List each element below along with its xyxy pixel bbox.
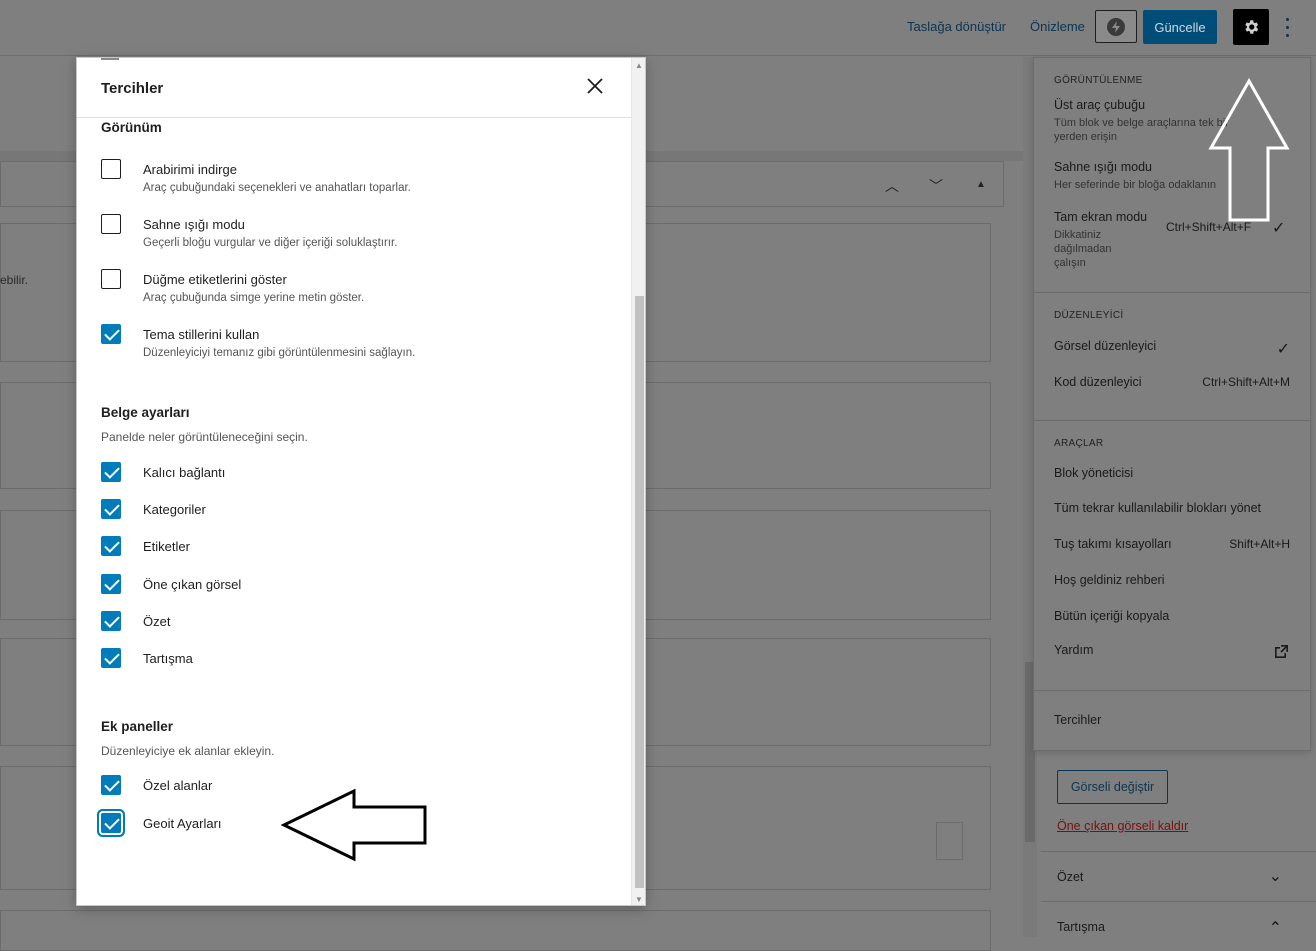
bolt-icon (1107, 17, 1125, 36)
discussion-label: Tartışma (1057, 920, 1105, 934)
background-partial-text: ebilir. (0, 273, 29, 287)
option-reduce-interface[interactable]: Arabirimi indirge Araç çubuğundaki seçen… (101, 159, 621, 199)
chevron-down-icon[interactable]: ﹀ (929, 176, 943, 196)
option-excerpt[interactable]: Özet (101, 611, 621, 651)
modal-header: Tercihler (77, 58, 631, 118)
checkbox[interactable] (101, 214, 121, 234)
menu-group-title: ARAÇLAR (1054, 438, 1104, 449)
section-description: Panelde neler görüntüleneceğini seçin. (101, 430, 308, 444)
meta-field-box (0, 910, 991, 951)
divider (101, 58, 119, 60)
menu-item-code-editor[interactable]: Kod düzenleyici Ctrl+Shift+Alt+M (1034, 369, 1310, 405)
menu-item-welcome-guide[interactable]: Hoş geldiniz rehberi (1034, 565, 1310, 601)
section-title-document-settings: Belge ayarları (101, 405, 190, 420)
modal-scrollbar[interactable]: ▲ ▼ (631, 58, 645, 905)
chevron-up-icon[interactable]: ︿ (885, 176, 899, 196)
excerpt-panel-toggle[interactable]: Özet ⌄ (1041, 851, 1316, 901)
close-icon (587, 78, 603, 94)
option-categories[interactable]: Kategoriler (101, 499, 621, 539)
menu-item-visual-editor[interactable]: Görsel düzenleyici ✓ (1034, 333, 1310, 369)
gear-icon (1245, 20, 1259, 34)
arrow-up-annotation (1208, 78, 1290, 222)
menu-item-manage-reusable-blocks[interactable]: Tüm tekrar kullanılabilir blokları yönet (1034, 493, 1310, 529)
shortcut-text: Ctrl+Shift+Alt+M (1202, 375, 1290, 389)
checkbox[interactable] (101, 269, 121, 289)
editor-header: Taslağa dönüştür Önizleme Güncelle (0, 0, 1316, 56)
update-button[interactable]: Güncelle (1143, 10, 1217, 44)
settings-button[interactable] (1233, 9, 1269, 45)
menu-group-editor: DÜZENLEYİCİ Görsel düzenleyici ✓ Kod düz… (1034, 293, 1310, 421)
discussion-panel-toggle[interactable]: Tartışma ⌃ (1041, 901, 1316, 951)
checkbox-checked[interactable] (101, 574, 121, 594)
menu-group-title: DÜZENLEYİCİ (1054, 310, 1124, 321)
checkbox-checked[interactable] (101, 813, 121, 833)
checkbox-checked[interactable] (101, 775, 121, 795)
more-options-button[interactable] (1279, 15, 1295, 39)
close-button[interactable] (583, 74, 607, 98)
scroll-down-icon[interactable]: ▼ (635, 895, 643, 904)
external-link-icon (1275, 645, 1288, 658)
remove-featured-image-link[interactable]: Öne çıkan görseli kaldır (1057, 819, 1188, 833)
launch-button[interactable] (1095, 10, 1137, 43)
triangle-up-icon[interactable]: ▲ (976, 179, 986, 190)
menu-item-copy-all-content[interactable]: Bütün içeriği kopyala (1034, 601, 1310, 637)
arrow-left-annotation (281, 788, 427, 862)
checkbox-checked[interactable] (101, 499, 121, 519)
menu-group-tools: ARAÇLAR Blok yöneticisi Tüm tekrar kulla… (1034, 421, 1310, 691)
option-discussion[interactable]: Tartışma (101, 648, 621, 688)
menu-item-block-manager[interactable]: Blok yöneticisi (1034, 457, 1310, 493)
preview-link[interactable]: Önizleme (1030, 19, 1085, 34)
excerpt-label: Özet (1057, 870, 1084, 884)
checkbox-checked[interactable] (101, 648, 121, 668)
preferences-modal: Tercihler Görünüm Arabirimi indirge Araç… (76, 57, 646, 906)
chevron-down-icon: ⌄ (1268, 868, 1282, 885)
scroll-up-icon[interactable]: ▲ (635, 61, 643, 70)
checkbox-checked[interactable] (101, 536, 121, 556)
menu-item-preferences[interactable]: Tercihler (1034, 691, 1310, 749)
switch-to-draft-link[interactable]: Taslağa dönüştür (907, 19, 1006, 34)
check-icon: ✓ (1276, 341, 1290, 358)
option-tags[interactable]: Etiketler (101, 536, 621, 576)
section-title-additional-panels: Ek paneller (101, 719, 174, 734)
checkbox-checked[interactable] (101, 462, 121, 482)
option-use-theme-styles[interactable]: Tema stillerini kullan Düzenleyiciyi tem… (101, 324, 621, 364)
modal-title: Tercihler (101, 80, 164, 97)
option-permalink[interactable]: Kalıcı bağlantı (101, 462, 621, 502)
chevron-up-icon: ⌃ (1268, 920, 1282, 937)
scrollbar-thumb[interactable] (635, 296, 644, 888)
shortcut-text: Shift+Alt+H (1229, 537, 1290, 551)
option-featured-image[interactable]: Öne çıkan görsel (101, 574, 621, 614)
option-spotlight-mode[interactable]: Sahne ışığı modu Geçerli bloğu vurgular … (101, 214, 621, 254)
checkbox[interactable] (101, 159, 121, 179)
replace-image-button[interactable]: Görseli değiştir (1057, 770, 1168, 804)
section-title-appearance: Görünüm (101, 120, 162, 135)
vertical-dots-icon (1285, 17, 1289, 21)
menu-item-keyboard-shortcuts[interactable]: Tuş takımı kısayolları Shift+Alt+H (1034, 529, 1310, 565)
section-description: Düzenleyiciye ek alanlar ekleyin. (101, 744, 275, 758)
checkbox-checked[interactable] (101, 611, 121, 631)
checkbox-checked[interactable] (101, 324, 121, 344)
option-show-button-labels[interactable]: Düğme etiketlerini göster Araç çubuğunda… (101, 269, 621, 309)
select-dropdown[interactable] (936, 822, 963, 860)
menu-item-help[interactable]: Yardım (1034, 637, 1310, 673)
